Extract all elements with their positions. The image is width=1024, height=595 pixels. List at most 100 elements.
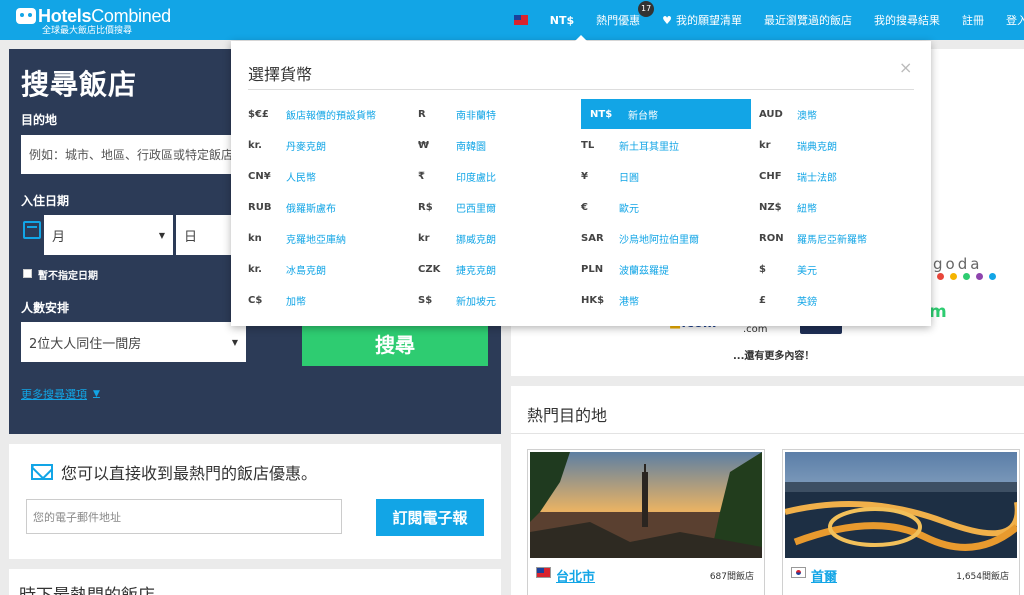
currency-code: R$ (418, 201, 433, 213)
partner-dot (976, 273, 983, 280)
currency-code: CZK (418, 263, 441, 275)
hotelscombined-logo[interactable]: HotelsCombined 全球最大飯店比價搜尋 (16, 6, 171, 37)
currency-code: SAR (581, 232, 604, 244)
chevron-down-icon: ▼ (158, 230, 165, 240)
checkin-label: 入住日期 (21, 194, 70, 208)
logo-name: HotelsCombined (38, 6, 171, 26)
currency-option[interactable]: NT$ 新台幣 (581, 99, 751, 129)
currency-option[interactable]: kn 克羅地亞庫納 (248, 223, 418, 253)
nav-register[interactable]: 註冊 (962, 12, 984, 28)
currency-option[interactable]: HK$ 港幣 (581, 285, 751, 315)
currency-option[interactable]: $ 美元 (759, 254, 929, 284)
search-button[interactable]: 搜尋 (302, 321, 488, 366)
currency-name: 英鎊 (797, 296, 817, 308)
more-partners-text: ...還有更多內容！ (733, 351, 815, 362)
currency-name: 人民幣 (286, 172, 316, 184)
currency-option[interactable]: R 南非蘭特 (418, 99, 588, 129)
currency-option[interactable]: R$ 巴西里爾 (418, 192, 588, 222)
currency-name: 冰島克朗 (286, 265, 326, 277)
email-input[interactable]: 您的電子郵件地址 (26, 499, 342, 534)
nav-wishlist[interactable]: ♥ 我的願望清單 (662, 12, 742, 28)
country-flag-selector[interactable] (513, 15, 528, 25)
destination-card-seoul[interactable]: 首爾 1,654間飯店 (782, 449, 1020, 595)
guests-select[interactable]: 2位大人同住一間房 ▼ (21, 322, 246, 362)
currency-option[interactable]: kr. 冰島克朗 (248, 254, 418, 284)
destination-hotel-count: 1,654間飯店 (956, 572, 1009, 582)
partner-dot (937, 273, 944, 280)
newsletter-title: 您可以直接收到最熱門的飯店優惠。 (31, 460, 317, 484)
nav-my-search-results[interactable]: 我的搜尋結果 (874, 12, 940, 28)
currency-code: ₩ (418, 139, 430, 151)
currency-option[interactable]: AUD 澳幣 (759, 99, 929, 129)
currency-option[interactable]: £ 英鎊 (759, 285, 929, 315)
day-value: 日 (184, 229, 198, 245)
currency-code: £ (759, 294, 766, 306)
currency-option[interactable]: PLN 波蘭茲羅提 (581, 254, 751, 284)
month-value: 月 (52, 229, 66, 245)
currency-code: kr (418, 232, 430, 244)
currency-option[interactable]: ₹ 印度盧比 (418, 161, 588, 191)
currency-selector[interactable]: NT$ (550, 14, 574, 27)
deals-count-badge: 17 (638, 1, 655, 17)
calendar-icon[interactable] (23, 221, 41, 239)
currency-option[interactable]: kr 挪威克朗 (418, 223, 588, 253)
currency-name: 加幣 (286, 296, 306, 308)
hot-hotels-section: 時下最熱門的飯店 (9, 569, 501, 595)
nav-login[interactable]: 登入 (1006, 12, 1024, 28)
currency-option[interactable]: S$ 新加坡元 (418, 285, 588, 315)
currency-option[interactable]: € 歐元 (581, 192, 751, 222)
currency-option[interactable]: C$ 加幣 (248, 285, 418, 315)
subscribe-button[interactable]: 訂閱電子報 (376, 499, 484, 536)
taiwan-flag-icon (536, 567, 551, 578)
more-options-label: 更多搜尋選項 (21, 388, 87, 401)
currency-option[interactable]: ₩ 南韓圜 (418, 130, 588, 160)
currency-option[interactable]: RON 羅馬尼亞新羅幣 (759, 223, 929, 253)
currency-name: 新土耳其里拉 (619, 141, 679, 153)
popup-pointer-arrow (575, 35, 587, 41)
envelope-icon (31, 464, 53, 480)
currency-option[interactable]: ¥ 日圓 (581, 161, 751, 191)
currency-option[interactable]: kr 瑞典克朗 (759, 130, 929, 160)
partner-dot (989, 273, 996, 280)
currency-name: 南韓圜 (456, 141, 486, 153)
currency-code: kr (759, 139, 771, 151)
currency-option[interactable]: RUB 俄羅斯盧布 (248, 192, 418, 222)
divider (248, 89, 914, 90)
currency-name: 印度盧比 (456, 172, 496, 184)
nav-recently-viewed[interactable]: 最近瀏覽過的飯店 (764, 12, 852, 28)
currency-option[interactable]: kr. 丹麥克朗 (248, 130, 418, 160)
destination-name[interactable]: 台北市 (556, 566, 595, 585)
currency-option[interactable]: CN¥ 人民幣 (248, 161, 418, 191)
currency-option[interactable]: CHF 瑞士法郎 (759, 161, 929, 191)
more-search-options-link[interactable]: 更多搜尋選項 ▼ (21, 386, 100, 402)
checkin-month-select[interactable]: 月 ▼ (44, 215, 173, 255)
currency-selection-popup: 選擇貨幣 × $€£ 飯店報價的預設貨幣 kr. 丹麥克朗 CN¥ 人民幣 RUB 俄羅斯盧布… (231, 41, 931, 326)
currency-option[interactable]: NZ$ 紐幣 (759, 192, 929, 222)
currency-code: TL (581, 139, 595, 151)
currency-code: CN¥ (248, 170, 271, 182)
logo-mark-icon (16, 8, 36, 24)
currency-code: R (418, 108, 426, 120)
currency-option[interactable]: $€£ 飯店報價的預設貨幣 (248, 99, 418, 129)
destination-name[interactable]: 首爾 (811, 566, 837, 585)
close-icon[interactable]: × (899, 58, 912, 77)
destination-card-taipei[interactable]: 台北市 687間飯店 (527, 449, 765, 595)
currency-option[interactable]: SAR 沙烏地阿拉伯里爾 (581, 223, 751, 253)
logo-tagline: 全球最大飯店比價搜尋 (42, 26, 133, 36)
currency-code: ₹ (418, 170, 425, 182)
seoul-photo (785, 452, 1017, 558)
header-nav: NT$ 熱門優惠 17 ♥ 我的願望清單 最近瀏覽過的飯店 我的搜尋結果 註冊 … (492, 0, 1024, 40)
nav-deals[interactable]: 熱門優惠 17 (596, 1, 655, 28)
currency-option[interactable]: CZK 捷克克朗 (418, 254, 588, 284)
search-title: 搜尋飯店 (21, 68, 138, 101)
currency-name: 紐幣 (797, 203, 817, 215)
currency-name: 沙烏地阿拉伯里爾 (619, 234, 699, 246)
top-navigation-bar: HotelsCombined 全球最大飯店比價搜尋 NT$ 熱門優惠 17 ♥ … (0, 0, 1024, 40)
agoda-dots (937, 273, 1002, 280)
currency-name: 瑞典克朗 (797, 141, 837, 153)
currency-name: 羅馬尼亞新羅幣 (797, 234, 867, 246)
no-date-checkbox[interactable] (23, 269, 32, 278)
currency-option[interactable]: TL 新土耳其里拉 (581, 130, 751, 160)
newsletter-title-text: 您可以直接收到最熱門的飯店優惠。 (61, 464, 318, 483)
destination-label: 目的地 (21, 113, 58, 127)
